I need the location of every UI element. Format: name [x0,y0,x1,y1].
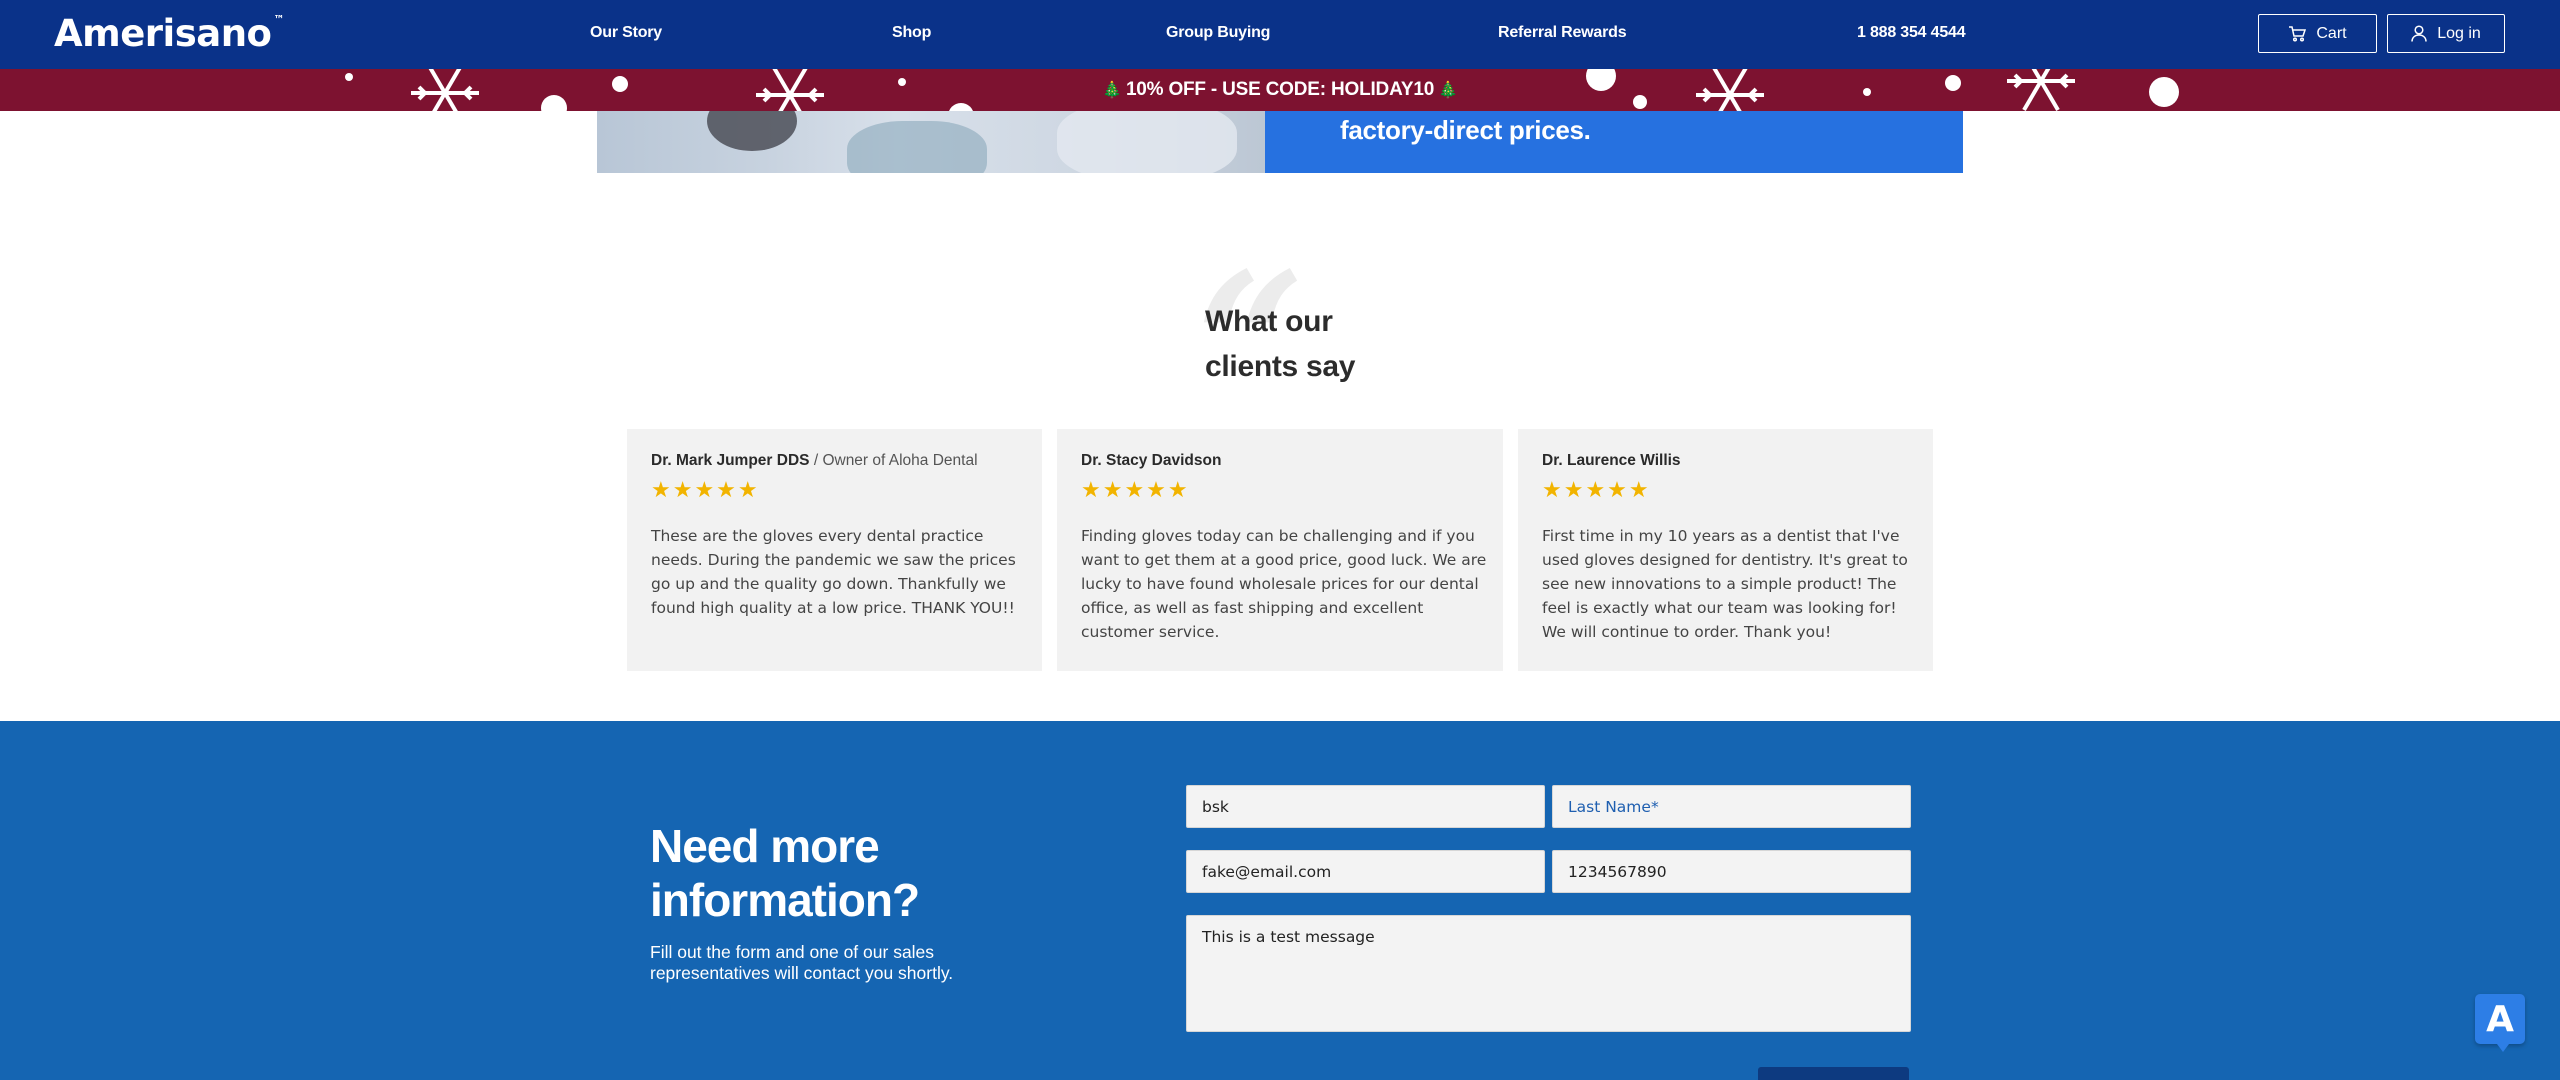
hero-text: factory-direct prices. [1340,115,1591,145]
testimonial-author: Dr. Mark Jumper DDS / Owner of Aloha Den… [651,452,978,470]
author-name: Dr. Mark Jumper DDS [651,452,810,469]
logo[interactable]: Amerisano ™ [54,12,284,55]
author-name: Dr. Stacy Davidson [1081,452,1222,469]
nav-phone-number[interactable]: 1 888 354 4544 [1857,24,1966,42]
testimonial-card: Dr. Stacy Davidson ★★★★★ Finding gloves … [1057,429,1503,671]
author-name: Dr. Laurence Willis [1542,452,1681,469]
testimonial-card: Dr. Laurence Willis ★★★★★ First time in … [1518,429,1933,671]
first-name-field[interactable]: bsk [1186,785,1545,828]
star-rating: ★★★★★ [1542,478,1651,503]
promo-banner: 🎄 10% OFF - USE CODE: HOLIDAY10 🎄 [0,69,2560,111]
contact-title-line2: information? [650,874,920,926]
testimonials-title-line2: clients say [1205,350,1356,383]
contact-title: Need more information? [650,819,920,927]
email-field[interactable]: fake@email.com [1186,850,1545,893]
christmas-tree-icon: 🎄 [1438,82,1458,99]
phone-field[interactable]: 1234567890 [1552,850,1911,893]
nav-group-buying[interactable]: Group Buying [1166,24,1270,42]
site-header: Amerisano ™ Our Story Shop Group Buying R… [0,0,2560,69]
star-rating: ★★★★★ [1081,478,1190,503]
cart-icon [2289,25,2307,42]
testimonial-author: Dr. Laurence Willis [1542,452,1681,470]
christmas-tree-icon: 🎄 [1102,82,1122,99]
submit-button[interactable] [1758,1067,1909,1080]
login-label: Log in [2437,24,2481,42]
testimonial-text: First time in my 10 years as a dentist t… [1542,527,1908,641]
cart-label: Cart [2316,24,2347,42]
last-name-field[interactable]: Last Name* [1552,785,1911,828]
cart-button[interactable]: Cart [2258,14,2377,53]
author-separator: / [813,452,819,469]
hero-text-panel: factory-direct prices. [1265,111,1963,173]
trademark-mark: ™ [273,12,285,26]
nav-shop[interactable]: Shop [892,24,931,42]
nav-referral-rewards[interactable]: Referral Rewards [1498,24,1627,42]
testimonial-text: These are the gloves every dental practi… [651,527,1016,617]
message-field[interactable]: This is a test message [1186,915,1911,1032]
login-button[interactable]: Log in [2387,14,2505,53]
testimonial-text: Finding gloves today can be challenging … [1081,527,1487,641]
user-icon [2411,25,2427,42]
hero-image [597,111,1265,173]
snow-dot [948,103,974,111]
promo-label: 10% OFF - USE CODE: HOLIDAY10 [1125,79,1435,100]
testimonial-author: Dr. Stacy Davidson [1081,452,1221,470]
chat-widget-button[interactable]: A [2475,994,2525,1052]
contact-title-line1: Need more [650,820,880,872]
nav-our-story[interactable]: Our Story [590,24,662,42]
author-role: Owner of Aloha Dental [822,452,978,469]
star-rating: ★★★★★ [651,478,760,503]
contact-subtitle: Fill out the form and one of our sales r… [650,942,954,983]
chat-widget-label: A [2486,998,2514,1040]
logo-text: Amerisano [54,12,272,55]
testimonial-card: Dr. Mark Jumper DDS / Owner of Aloha Den… [627,429,1042,671]
testimonials-title: What our clients say [1205,299,1355,389]
testimonials-title-line1: What our [1205,305,1333,338]
promo-text: 🎄 10% OFF - USE CODE: HOLIDAY10 🎄 [0,79,2560,101]
